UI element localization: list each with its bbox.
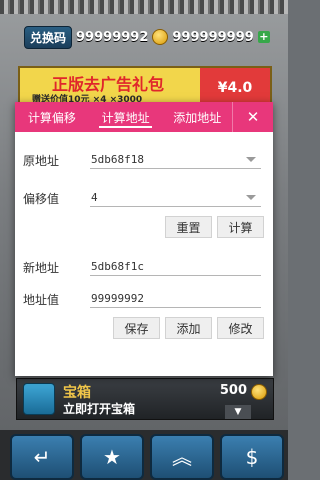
coin-count: 999999999 [172, 29, 254, 45]
original-address-label: 原地址 [23, 154, 60, 168]
modify-button[interactable]: 修改 [217, 317, 264, 339]
chest-subtitle: 立即打开宝箱 [63, 402, 136, 416]
chevron-down-icon[interactable] [246, 195, 256, 200]
chest-cost: 500 [219, 383, 247, 398]
notebook-spiral [0, 0, 288, 14]
tab-compute-offset[interactable]: 计算偏移 [15, 102, 89, 132]
address-dialog: 计算偏移 计算地址 添加地址 ✕ 原地址 偏移值 重置 计算 新地址 地址值 保… [15, 102, 273, 376]
close-icon[interactable]: ✕ [232, 102, 273, 132]
currency-bar: 兑换码 99999992 999999999 + [24, 25, 272, 49]
chest-title: 宝箱 [63, 385, 91, 401]
back-icon[interactable]: ↵ [10, 434, 74, 480]
reset-button[interactable]: 重置 [165, 216, 212, 238]
offset-label: 偏移值 [23, 192, 60, 206]
tab-add-address[interactable]: 添加地址 [162, 102, 232, 132]
save-button[interactable]: 保存 [113, 317, 160, 339]
diamond-count: 99999992 [76, 29, 149, 45]
add-coin-button[interactable]: + [257, 31, 270, 43]
coin-icon [152, 29, 169, 45]
dialog-tabs: 计算偏移 计算地址 添加地址 ✕ [15, 102, 273, 132]
chest-icon [23, 383, 55, 415]
chevron-up-icon[interactable]: ︽ [150, 434, 214, 480]
tab-compute-address[interactable]: 计算地址 [89, 102, 163, 132]
address-value-label: 地址值 [23, 293, 60, 307]
original-address-input[interactable] [90, 150, 261, 169]
chevron-down-icon[interactable] [246, 157, 256, 162]
star-icon[interactable]: ★ [80, 434, 144, 480]
exchange-code-button[interactable]: 兑换码 [24, 25, 73, 49]
new-address-input[interactable] [90, 257, 261, 276]
offset-input[interactable] [90, 188, 261, 207]
add-button[interactable]: 添加 [165, 317, 212, 339]
coin-icon [251, 384, 267, 400]
compute-button[interactable]: 计算 [217, 216, 264, 238]
address-value-input[interactable] [90, 289, 261, 308]
new-address-label: 新地址 [23, 261, 60, 275]
chest-panel[interactable]: 宝箱 立即打开宝箱 500 ▼ [16, 378, 274, 420]
dollar-icon[interactable]: $ [220, 434, 284, 480]
chevron-down-icon[interactable]: ▼ [225, 405, 251, 419]
bottom-nav: ↵ ★ ︽ $ [0, 430, 288, 480]
